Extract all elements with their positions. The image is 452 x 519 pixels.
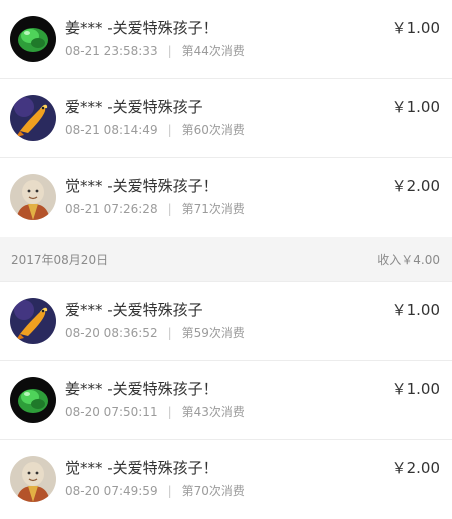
date-group-header: 2017年08月20日 收入￥4.00 (0, 237, 452, 282)
donor-name: 爱*** -关爱特殊孩子 (65, 98, 203, 116)
transaction-list: 姜*** -关爱特殊孩子！ 08-21 23:58:33 | 第44次消费 ￥1.0… (0, 0, 452, 519)
transaction-amount: ￥2.00 (391, 459, 440, 477)
transaction-amount: ￥2.00 (391, 177, 440, 195)
transaction-meta: 08-20 08:36:52 | 第59次消费 (65, 324, 245, 341)
consumption-count: 第44次消费 (181, 44, 245, 58)
donor-name: 觉*** -关爱特殊孩子！ (65, 459, 218, 477)
consumption-count: 第70次消费 (181, 484, 245, 498)
transaction-meta: 08-21 08:14:49 | 第60次消费 (65, 121, 245, 138)
transaction-row[interactable]: 觉*** -关爱特殊孩子！ 08-20 07:49:59 | 第70次消费 ￥2.0… (0, 440, 452, 519)
green-jade-avatar (10, 16, 56, 62)
transaction-row[interactable]: 觉*** -关爱特殊孩子！ 08-21 07:26:28 | 第71次消费 ￥2.0… (0, 158, 452, 237)
donor-name: 姜*** -关爱特殊孩子！ (65, 380, 218, 398)
transaction-meta: 08-20 07:49:59 | 第70次消费 (65, 482, 245, 499)
koi-fish-avatar (10, 298, 56, 344)
transaction-time: 08-21 07:26:28 (65, 202, 158, 216)
transaction-meta: 08-21 07:26:28 | 第71次消费 (65, 200, 245, 217)
transaction-time: 08-20 07:49:59 (65, 484, 158, 498)
transaction-amount: ￥1.00 (391, 301, 440, 319)
transaction-amount: ￥1.00 (391, 19, 440, 37)
group-date: 2017年08月20日 (11, 253, 109, 267)
donor-name: 觉*** -关爱特殊孩子！ (65, 177, 218, 195)
koi-fish-avatar (10, 95, 56, 141)
meta-separator: | (167, 44, 172, 58)
transaction-row[interactable]: 姜*** -关爱特殊孩子！ 08-21 23:58:33 | 第44次消费 ￥1.0… (0, 0, 452, 79)
transaction-amount: ￥1.00 (391, 98, 440, 116)
donor-name: 爱*** -关爱特殊孩子 (65, 301, 203, 319)
monk-avatar (10, 456, 56, 502)
meta-separator: | (167, 202, 172, 216)
meta-separator: | (167, 484, 172, 498)
transaction-time: 08-21 23:58:33 (65, 44, 158, 58)
transaction-meta: 08-20 07:50:11 | 第43次消费 (65, 403, 245, 420)
transaction-row[interactable]: 爱*** -关爱特殊孩子 08-20 08:36:52 | 第59次消费 ￥1.00 (0, 282, 452, 361)
consumption-count: 第71次消费 (181, 202, 245, 216)
transaction-time: 08-20 08:36:52 (65, 326, 158, 340)
green-jade-avatar (10, 377, 56, 423)
consumption-count: 第43次消费 (181, 405, 245, 419)
meta-separator: | (167, 326, 172, 340)
donor-name: 姜*** -关爱特殊孩子！ (65, 19, 218, 37)
meta-separator: | (167, 405, 172, 419)
transaction-meta: 08-21 23:58:33 | 第44次消费 (65, 42, 245, 59)
transaction-time: 08-21 08:14:49 (65, 123, 158, 137)
transaction-time: 08-20 07:50:11 (65, 405, 158, 419)
monk-avatar (10, 174, 56, 220)
meta-separator: | (167, 123, 172, 137)
transaction-row[interactable]: 姜*** -关爱特殊孩子！ 08-20 07:50:11 | 第43次消费 ￥1.0… (0, 361, 452, 440)
consumption-count: 第59次消费 (181, 326, 245, 340)
transaction-row[interactable]: 爱*** -关爱特殊孩子 08-21 08:14:49 | 第60次消费 ￥1.00 (0, 79, 452, 158)
transaction-amount: ￥1.00 (391, 380, 440, 398)
consumption-count: 第60次消费 (181, 123, 245, 137)
group-income-total: 收入￥4.00 (377, 253, 440, 267)
